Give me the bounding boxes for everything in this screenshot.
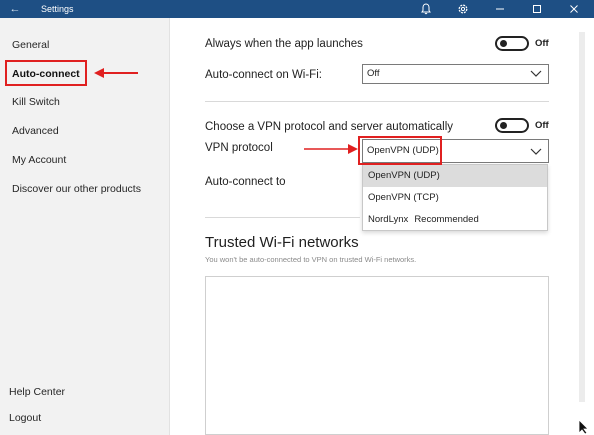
sidebar-item-advanced[interactable]: Advanced [12,124,59,138]
trusted-networks-subtitle: You won't be auto-connected to VPN on tr… [205,255,417,264]
toggle-knob [500,40,507,47]
gear-icon[interactable] [450,0,476,18]
bell-icon[interactable] [413,0,439,18]
annotation-arrow-icon [94,68,138,78]
wifi-select-value: Off [367,68,380,79]
protocol-auto-toggle-state: Off [535,120,549,131]
launch-label: Always when the app launches [205,38,363,50]
scrollbar-thumb[interactable] [579,32,585,402]
launch-toggle-state: Off [535,38,549,49]
recommended-badge: Recommended [414,214,479,225]
divider [205,217,360,218]
wifi-label: Auto-connect on Wi-Fi: [205,69,322,81]
launch-toggle[interactable] [495,36,529,51]
close-icon[interactable] [561,0,587,18]
protocol-auto-toggle[interactable] [495,118,529,133]
dropdown-option-nordlynx[interactable]: NordLynx Recommended [363,209,547,231]
title-bar: ← Settings [0,0,594,18]
vpn-protocol-dropdown: OpenVPN (UDP) OpenVPN (TCP) NordLynx Reco… [362,164,548,231]
sidebar-item-discover-products[interactable]: Discover our other products [12,182,141,196]
window-title: Settings [41,4,74,14]
maximize-icon[interactable] [524,0,550,18]
vpn-protocol-label: VPN protocol [205,142,273,154]
divider [205,101,549,102]
highlight-box-vpn-protocol [358,136,442,165]
arrow-left-icon[interactable]: ← [6,1,24,17]
dropdown-option-openvpn-tcp[interactable]: OpenVPN (TCP) [363,187,547,209]
sidebar-item-general[interactable]: General [12,38,49,52]
minimize-icon[interactable] [487,0,513,18]
chevron-down-icon [530,148,542,155]
annotation-arrow-icon [304,144,358,154]
dropdown-option-openvpn-udp[interactable]: OpenVPN (UDP) [363,165,547,187]
sidebar-item-my-account[interactable]: My Account [12,153,66,167]
highlight-box-auto-connect [5,60,87,86]
autoconnect-to-label: Auto-connect to [205,176,286,188]
protocol-auto-label: Choose a VPN protocol and server automat… [205,121,454,133]
option-label: NordLynx [368,214,409,225]
sidebar-item-kill-switch[interactable]: Kill Switch [12,95,60,109]
sidebar-item-help-center[interactable]: Help Center [9,385,65,399]
sidebar-item-logout[interactable]: Logout [9,411,41,425]
mouse-cursor-icon [578,419,589,435]
trusted-networks-list[interactable] [205,276,549,435]
toggle-knob [500,122,507,129]
trusted-networks-title: Trusted Wi-Fi networks [205,234,359,251]
chevron-down-icon [530,70,542,77]
wifi-select[interactable]: Off [362,64,549,84]
